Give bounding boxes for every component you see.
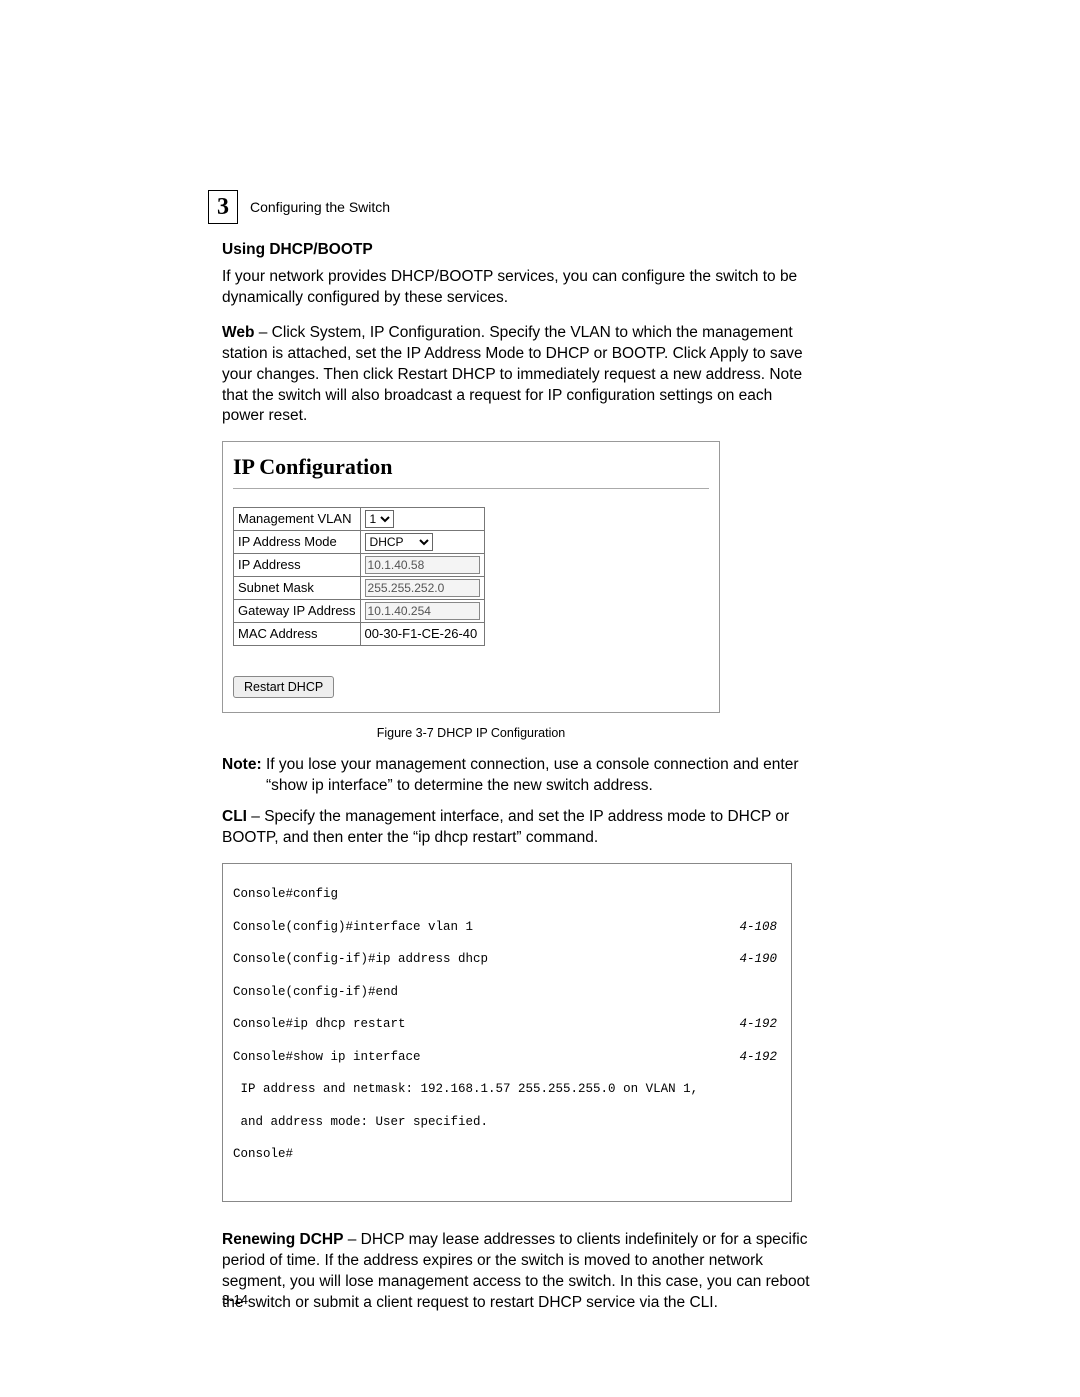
mac-label: MAC Address [234,623,361,646]
cli-line: Console(config-if)#end [233,984,781,1000]
chapter-number-box: 3 [208,190,238,224]
chapter-title: Configuring the Switch [250,199,390,215]
cli-ref: 4-192 [739,1049,781,1065]
gateway-input[interactable] [365,602,480,620]
figure-title: IP Configuration [233,452,709,482]
subnet-mask-input[interactable] [365,579,480,597]
mgmt-vlan-cell: 1 [360,508,484,531]
cli-line: Console#ip dhcp restart 4-192 [233,1016,781,1032]
figure-divider [233,488,709,489]
cli-line: Console#config [233,886,781,902]
note-block: Note: If you lose your management connec… [222,755,812,797]
cli-line: Console(config)#interface vlan 1 4-108 [233,919,781,935]
cli-cmd: Console#show ip interface [233,1049,421,1065]
table-row: MAC Address 00-30-F1-CE-26-40 [234,623,485,646]
mode-cell: DHCP [360,531,484,554]
cli-ref [777,984,781,1000]
table-row: Subnet Mask [234,577,485,600]
section-subheading: Using DHCP/BOOTP [222,240,812,261]
cli-cmd: Console(config)#interface vlan 1 [233,919,473,935]
ip-config-table: Management VLAN 1 IP Address Mode DHCP [233,507,485,646]
cli-output-box: Console#config Console(config)#interface… [222,863,792,1202]
cli-line: IP address and netmask: 192.168.1.57 255… [233,1081,781,1097]
gw-cell [360,600,484,623]
cli-line: Console# [233,1146,781,1162]
cli-paragraph: CLI – Specify the management interface, … [222,807,812,849]
cli-ref [777,886,781,902]
cli-ref [777,1114,781,1130]
cli-cmd: IP address and netmask: 192.168.1.57 255… [233,1081,698,1097]
mode-select[interactable]: DHCP [365,533,433,551]
table-row: IP Address Mode DHCP [234,531,485,554]
mac-value: 00-30-F1-CE-26-40 [360,623,484,646]
ip-cell [360,554,484,577]
gw-label: Gateway IP Address [234,600,361,623]
table-row: Management VLAN 1 [234,508,485,531]
cli-cmd: Console(config-if)#end [233,984,398,1000]
cli-cmd: Console#ip dhcp restart [233,1016,406,1032]
page-header: 3 Configuring the Switch [208,190,390,224]
cli-cmd: Console# [233,1146,293,1162]
ip-config-figure: IP Configuration Management VLAN 1 IP Ad… [222,441,720,712]
mgmt-vlan-label: Management VLAN [234,508,361,531]
web-paragraph: Web – Click System, IP Configuration. Sp… [222,323,812,428]
cli-cmd: and address mode: User specified. [233,1114,488,1130]
cli-ref: 4-190 [739,951,781,967]
note-label: Note: [222,755,266,797]
table-row: IP Address [234,554,485,577]
cli-ref: 4-192 [739,1016,781,1032]
mode-label: IP Address Mode [234,531,361,554]
document-page: 3 Configuring the Switch Using DHCP/BOOT… [0,0,1080,1397]
chapter-number: 3 [217,194,229,221]
cli-line: Console(config-if)#ip address dhcp 4-190 [233,951,781,967]
ip-label: IP Address [234,554,361,577]
web-label: Web [222,324,254,341]
mask-cell [360,577,484,600]
figure-caption: Figure 3-7 DHCP IP Configuration [222,725,720,742]
cli-ref [777,1146,781,1162]
web-text: – Click System, IP Configuration. Specif… [222,324,803,425]
note-text: If you lose your management connection, … [266,755,812,797]
cli-ref [777,1081,781,1097]
cli-line: Console#show ip interface 4-192 [233,1049,781,1065]
renew-paragraph: Renewing DCHP – DHCP may lease addresses… [222,1230,812,1314]
table-row: Gateway IP Address [234,600,485,623]
renew-label: Renewing DCHP [222,1231,343,1248]
cli-ref: 4-108 [739,919,781,935]
mask-label: Subnet Mask [234,577,361,600]
cli-cmd: Console#config [233,886,338,902]
intro-paragraph: If your network provides DHCP/BOOTP serv… [222,267,812,309]
mgmt-vlan-select[interactable]: 1 [365,510,394,528]
page-number: 3-14 [222,1292,248,1307]
cli-label: CLI [222,808,247,825]
cli-text: – Specify the management interface, and … [222,808,789,846]
main-content: Using DHCP/BOOTP If your network provide… [222,240,812,1328]
cli-line: and address mode: User specified. [233,1114,781,1130]
cli-cmd: Console(config-if)#ip address dhcp [233,951,488,967]
restart-dhcp-button[interactable]: Restart DHCP [233,676,334,698]
ip-address-input[interactable] [365,556,480,574]
